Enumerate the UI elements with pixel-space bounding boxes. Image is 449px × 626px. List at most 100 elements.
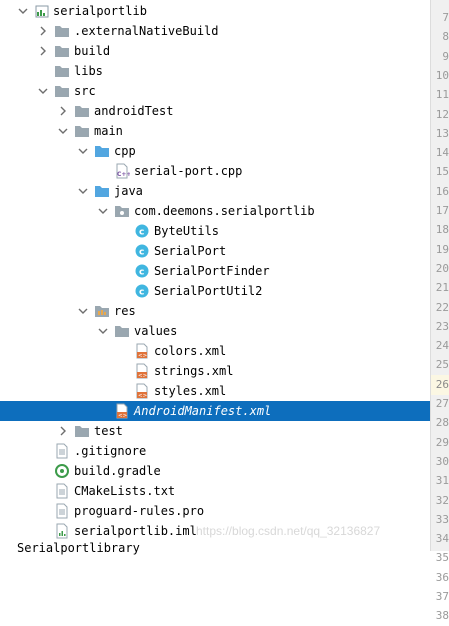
line-number: 30 — [435, 454, 449, 468]
line-number: 22 — [435, 300, 449, 314]
tree-row-values[interactable]: values — [0, 321, 430, 341]
folder-blue-icon — [94, 183, 110, 199]
tree-row-label: src — [74, 84, 96, 98]
tree-row-cmakelists-txt[interactable]: CMakeLists.txt — [0, 481, 430, 501]
tree-row-label: CMakeLists.txt — [74, 484, 176, 498]
line-number: 24 — [435, 339, 449, 353]
tree-row-label: .gitignore — [74, 444, 147, 458]
line-number: 33 — [435, 512, 449, 526]
xml-file-icon: <> — [134, 343, 150, 359]
line-number: 25 — [435, 358, 449, 372]
line-number: 21 — [435, 281, 449, 295]
chevron-down-icon[interactable] — [96, 321, 110, 341]
svg-text:c: c — [139, 248, 144, 258]
partial-row-label: Serialportlibrary — [17, 541, 140, 555]
tree-row-serial-port-cpp[interactable]: C++ serial-port.cpp — [0, 161, 430, 181]
manifest-file-icon: <> — [114, 403, 130, 419]
tree-row-com-deemons-serialportlib[interactable]: com.deemons.serialportlib — [0, 201, 430, 221]
svg-text:<>: <> — [138, 353, 148, 359]
folder-gray-icon — [54, 43, 70, 59]
class-icon: c — [134, 283, 150, 299]
svg-text:c: c — [139, 268, 144, 278]
tree-row-label: build.gradle — [74, 464, 161, 478]
line-number: 17 — [435, 204, 449, 217]
tree-row-label: SerialPortUtil2 — [154, 284, 263, 298]
svg-text:<>: <> — [138, 393, 148, 399]
tree-row-label: libs — [74, 64, 103, 78]
tree-row-res[interactable]: res — [0, 301, 430, 321]
tree-row-serialport[interactable]: c SerialPort — [0, 241, 430, 261]
chevron-down-icon[interactable] — [56, 121, 70, 141]
chevron-down-icon[interactable] — [76, 141, 90, 161]
tree-row-label: SerialPort — [154, 244, 227, 258]
chevron-down-icon[interactable] — [76, 181, 90, 201]
tree-row-test[interactable]: test — [0, 421, 430, 441]
tree-row-label: AndroidManifest.xml — [134, 404, 272, 418]
line-number: 27 — [435, 397, 449, 410]
tree-row-label: main — [94, 124, 123, 138]
tree-row-gitignore[interactable]: .gitignore — [0, 441, 430, 461]
folder-gray-icon — [74, 123, 90, 139]
line-number: 7 — [442, 11, 449, 24]
tree-row-styles-xml[interactable]: <> styles.xml — [0, 381, 430, 401]
tree-row-proguard-rules-pro[interactable]: proguard-rules.pro — [0, 501, 430, 521]
tree-row-label: test — [94, 424, 123, 438]
folder-gray-icon — [74, 423, 90, 439]
tree-row-label: styles.xml — [154, 384, 227, 398]
tree-row-androidtest[interactable]: androidTest — [0, 101, 430, 121]
tree-row-byteutils[interactable]: c ByteUtils — [0, 221, 430, 241]
text-file-icon — [54, 483, 70, 499]
tree-row-src[interactable]: src — [0, 81, 430, 101]
tree-row-build-gradle[interactable]: build.gradle — [0, 461, 430, 481]
tree-row-serialportfinder[interactable]: c SerialPortFinder — [0, 261, 430, 281]
package-icon — [114, 203, 130, 219]
iml-file-icon — [54, 523, 70, 539]
line-number: 28 — [435, 416, 449, 430]
tree-row-colors-xml[interactable]: <> colors.xml — [0, 341, 430, 361]
line-number: 10 — [435, 68, 449, 82]
line-number: 32 — [435, 493, 449, 507]
chevron-right-icon[interactable] — [56, 101, 70, 121]
line-number: 31 — [435, 474, 449, 488]
line-number: 14 — [435, 146, 449, 160]
tree-row-java[interactable]: java — [0, 181, 430, 201]
tree-row-serialportlib[interactable]: serialportlib — [0, 1, 430, 21]
xml-file-icon: <> — [134, 363, 150, 379]
line-number: 29 — [435, 435, 449, 449]
line-number: 23 — [435, 319, 449, 333]
folder-gray-icon — [54, 63, 70, 79]
tree-row-label: androidTest — [94, 104, 174, 118]
tree-row-label: cpp — [114, 144, 136, 158]
line-number: 11 — [435, 88, 449, 102]
folder-gray-icon — [54, 23, 70, 39]
tree-row-label: serialportlib.iml — [74, 524, 197, 538]
folder-gray-icon — [74, 103, 90, 119]
tree-row-label: strings.xml — [154, 364, 234, 378]
chevron-down-icon[interactable] — [36, 81, 50, 101]
line-number: 13 — [435, 126, 449, 140]
chevron-right-icon[interactable] — [36, 41, 50, 61]
folder-blue-icon — [94, 143, 110, 159]
tree-row-libs[interactable]: libs — [0, 61, 430, 81]
partial-tree-row[interactable]: Serialportlibrary — [17, 541, 140, 555]
chevron-down-icon[interactable] — [96, 201, 110, 221]
tree-row-cpp[interactable]: cpp — [0, 141, 430, 161]
line-number: 34 — [435, 532, 449, 546]
tree-row-build[interactable]: build — [0, 41, 430, 61]
line-number: 16 — [435, 184, 449, 198]
tree-row-label: serial-port.cpp — [134, 164, 243, 178]
tree-row-strings-xml[interactable]: <> strings.xml — [0, 361, 430, 381]
tree-row-label: build — [74, 44, 111, 58]
chevron-right-icon[interactable] — [56, 421, 70, 441]
line-number: 8 — [442, 30, 449, 44]
tree-row-main[interactable]: main — [0, 121, 430, 141]
tree-row-externalnativebuild[interactable]: .externalNativeBuild — [0, 21, 430, 41]
folder-gray-icon — [114, 323, 130, 339]
class-icon: c — [134, 243, 150, 259]
tree-row-androidmanifest-xml[interactable]: <> AndroidManifest.xml — [0, 401, 430, 421]
line-number: 26 — [431, 374, 449, 395]
tree-row-serialportutil2[interactable]: c SerialPortUtil2 — [0, 281, 430, 301]
chevron-down-icon[interactable] — [76, 301, 90, 321]
chevron-down-icon[interactable] — [16, 1, 30, 21]
chevron-right-icon[interactable] — [36, 21, 50, 41]
